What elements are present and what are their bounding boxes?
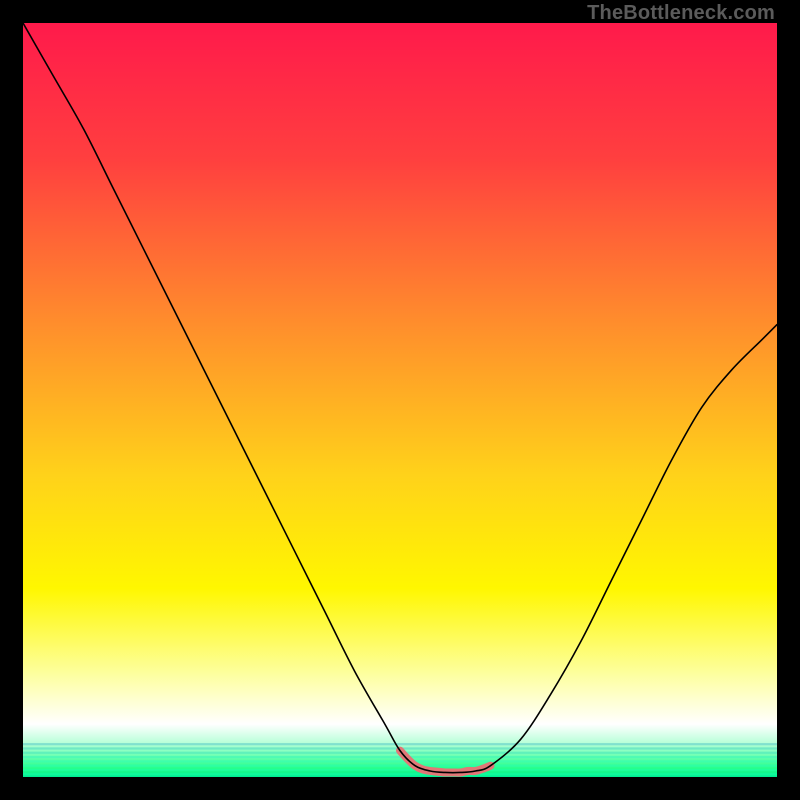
chart-frame: TheBottleneck.com bbox=[0, 0, 800, 800]
chart-svg bbox=[23, 23, 777, 777]
gradient-background bbox=[23, 23, 777, 777]
watermark-text: TheBottleneck.com bbox=[587, 2, 775, 25]
plot-area bbox=[23, 23, 777, 777]
